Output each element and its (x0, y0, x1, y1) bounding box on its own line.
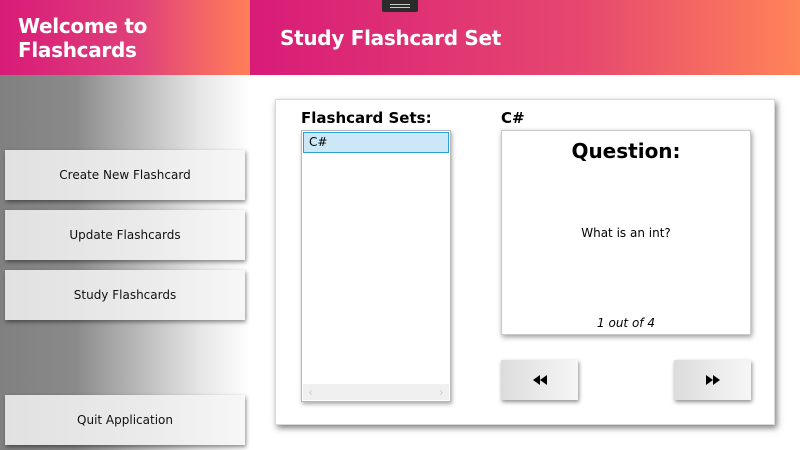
flashcard-set-list[interactable]: C# ‹ › (301, 130, 451, 402)
app-title: Welcome to Flashcards (18, 13, 148, 62)
question-heading: Question: (571, 139, 681, 163)
chevron-left-icon[interactable]: ‹ (309, 387, 312, 398)
selected-set-label: C# (501, 109, 525, 127)
list-item[interactable]: C# (303, 132, 449, 153)
window-drag-handle[interactable] (382, 0, 418, 12)
header-left: Welcome to Flashcards (0, 0, 250, 75)
question-text: What is an int? (581, 226, 671, 240)
header-right: Study Flashcard Set (250, 0, 800, 75)
create-flashcard-button[interactable]: Create New Flashcard (5, 150, 245, 200)
study-panel: Flashcard Sets: C# C# ‹ › Question: What… (275, 99, 775, 425)
update-flashcards-button[interactable]: Update Flashcards (5, 210, 245, 260)
flashcard-sets-label: Flashcard Sets: (301, 109, 432, 127)
sidebar: Create New Flashcard Update Flashcards S… (0, 75, 250, 450)
horizontal-scrollbar[interactable]: ‹ › (303, 384, 449, 400)
study-flashcards-button[interactable]: Study Flashcards (5, 270, 245, 320)
flashcard-question-card: Question: What is an int? 1 out of 4 (501, 130, 751, 335)
page-title: Study Flashcard Set (280, 25, 501, 50)
previous-card-button[interactable] (501, 360, 578, 400)
rewind-icon (532, 375, 547, 385)
chevron-right-icon[interactable]: › (440, 387, 443, 398)
fast-forward-icon (705, 375, 720, 385)
quit-application-button[interactable]: Quit Application (5, 395, 245, 445)
next-card-button[interactable] (674, 360, 751, 400)
card-counter: 1 out of 4 (597, 316, 655, 330)
